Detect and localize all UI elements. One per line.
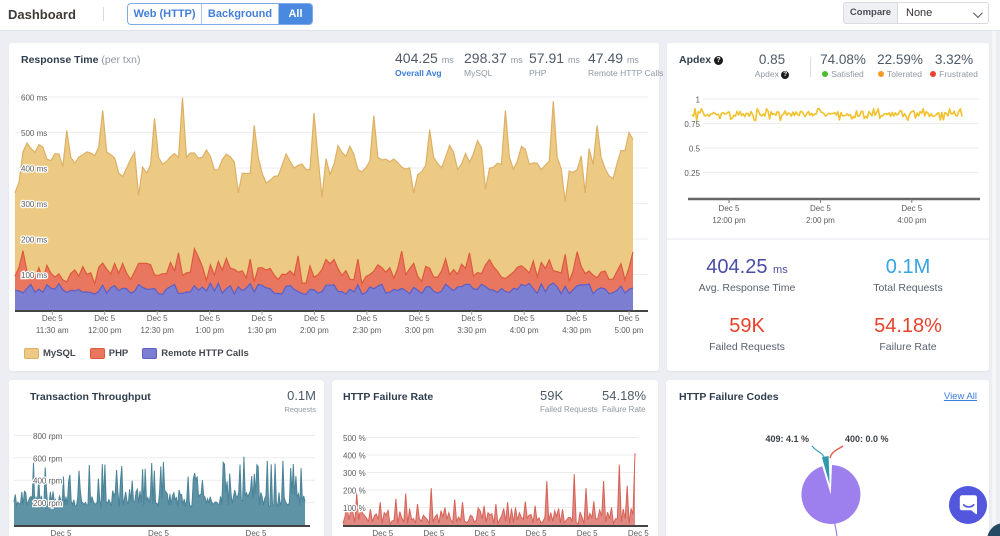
svg-text:Dec 5: Dec 5 xyxy=(356,314,377,323)
svg-text:Dec 5: Dec 5 xyxy=(51,529,72,536)
svg-text:100 ms: 100 ms xyxy=(21,271,47,280)
svg-text:Dec 5: Dec 5 xyxy=(514,314,535,323)
svg-text:300 ms: 300 ms xyxy=(21,200,47,209)
svg-text:600 rpm: 600 rpm xyxy=(33,454,63,463)
svg-text:1: 1 xyxy=(696,96,701,105)
svg-text:2:00 pm: 2:00 pm xyxy=(300,326,329,335)
svg-text:12:00 pm: 12:00 pm xyxy=(712,216,746,225)
svg-text:Dec 5: Dec 5 xyxy=(461,314,482,323)
svg-text:409: 4.1 %: 409: 4.1 % xyxy=(765,434,809,444)
svg-text:Dec 5: Dec 5 xyxy=(423,529,444,536)
svg-text:Dec 5: Dec 5 xyxy=(94,314,115,323)
svg-text:4:30 pm: 4:30 pm xyxy=(562,326,591,335)
svg-text:12:30 pm: 12:30 pm xyxy=(141,326,175,335)
svg-text:12:00 pm: 12:00 pm xyxy=(88,326,122,335)
svg-text:0.5: 0.5 xyxy=(689,145,701,154)
svg-text:3:30 pm: 3:30 pm xyxy=(457,326,486,335)
svg-text:Dec 5: Dec 5 xyxy=(252,314,273,323)
svg-text:Dec 5: Dec 5 xyxy=(810,204,831,213)
svg-text:200 rpm: 200 rpm xyxy=(33,499,63,508)
svg-text:200 ms: 200 ms xyxy=(21,236,47,245)
svg-text:4:00 pm: 4:00 pm xyxy=(897,216,926,225)
svg-text:0.75: 0.75 xyxy=(684,120,700,129)
svg-text:800 rpm: 800 rpm xyxy=(33,432,63,441)
svg-text:400 %: 400 % xyxy=(343,452,366,461)
svg-text:4:00 pm: 4:00 pm xyxy=(510,326,539,335)
svg-text:400 ms: 400 ms xyxy=(21,165,47,174)
svg-text:Dec 5: Dec 5 xyxy=(577,529,598,536)
svg-text:Dec 5: Dec 5 xyxy=(409,314,430,323)
svg-text:Dec 5: Dec 5 xyxy=(619,314,640,323)
svg-text:Dec 5: Dec 5 xyxy=(628,529,649,536)
svg-text:Dec 5: Dec 5 xyxy=(199,314,220,323)
svg-text:100 %: 100 % xyxy=(343,504,366,513)
svg-text:Dec 5: Dec 5 xyxy=(719,204,740,213)
svg-text:3:00 pm: 3:00 pm xyxy=(405,326,434,335)
svg-text:Dec 5: Dec 5 xyxy=(526,529,547,536)
svg-text:2:00 pm: 2:00 pm xyxy=(806,216,835,225)
svg-text:1:00 pm: 1:00 pm xyxy=(195,326,224,335)
svg-text:Dec 5: Dec 5 xyxy=(147,314,168,323)
svg-text:Dec 5: Dec 5 xyxy=(475,529,496,536)
svg-text:500 ms: 500 ms xyxy=(21,129,47,138)
svg-text:300 %: 300 % xyxy=(343,469,366,478)
svg-text:500 %: 500 % xyxy=(343,434,366,443)
svg-text:Dec 5: Dec 5 xyxy=(566,314,587,323)
svg-text:600 ms: 600 ms xyxy=(21,94,47,103)
svg-text:400: 0.0 %: 400: 0.0 % xyxy=(845,434,889,444)
svg-text:Dec 5: Dec 5 xyxy=(148,529,169,536)
svg-text:5:00 pm: 5:00 pm xyxy=(615,326,644,335)
svg-text:400 rpm: 400 rpm xyxy=(33,477,63,486)
svg-text:0.25: 0.25 xyxy=(684,169,700,178)
svg-text:2:30 pm: 2:30 pm xyxy=(352,326,381,335)
svg-text:Dec 5: Dec 5 xyxy=(42,314,63,323)
svg-text:Dec 5: Dec 5 xyxy=(372,529,393,536)
svg-text:Dec 5: Dec 5 xyxy=(901,204,922,213)
svg-text:Dec 5: Dec 5 xyxy=(304,314,325,323)
svg-text:200 %: 200 % xyxy=(343,487,366,496)
svg-text:11:30 am: 11:30 am xyxy=(36,326,69,335)
svg-text:1:30 pm: 1:30 pm xyxy=(248,326,277,335)
svg-text:Dec 5: Dec 5 xyxy=(246,529,267,536)
